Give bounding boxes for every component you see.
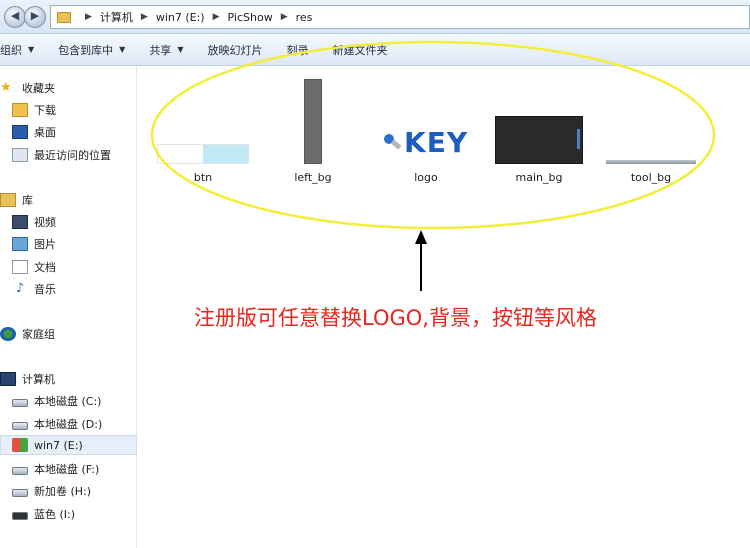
nav-drive-h[interactable]: 新加卷 (H:) [0, 481, 137, 501]
nav-label: 本地磁盘 (D:) [34, 418, 103, 431]
windows-drive-icon [12, 438, 28, 452]
nav-drive-c[interactable]: 本地磁盘 (C:) [0, 391, 137, 411]
btn-thumbnail-highlight [203, 145, 248, 163]
nav-downloads[interactable]: 下载 [0, 100, 137, 120]
file-logo[interactable]: KEY [382, 122, 470, 162]
pictures-icon [12, 237, 28, 251]
nav-label: 桌面 [34, 126, 56, 139]
star-icon: ★ [0, 80, 12, 95]
recent-places-icon [12, 148, 28, 162]
breadcrumb-res[interactable]: res [296, 11, 313, 24]
chevron-down-icon: ▼ [119, 45, 126, 54]
nav-label: 文档 [34, 261, 56, 274]
hard-drive-icon [12, 489, 28, 497]
homegroup-icon [0, 327, 16, 341]
file-btn[interactable] [157, 144, 249, 164]
hard-drive-icon [12, 422, 28, 430]
nav-drive-i[interactable]: 蓝色 (I:) [0, 504, 137, 524]
nav-label: 库 [22, 194, 33, 207]
nav-documents[interactable]: 文档 [0, 257, 137, 277]
annotation-text: 注册版可任意替换LOGO,背景，按钮等风格 [194, 306, 597, 330]
new-folder-label: 新建文件夹 [332, 43, 388, 57]
breadcrumb-drive[interactable]: win7 (E:) [156, 11, 205, 24]
nav-label: 新加卷 (H:) [34, 485, 92, 498]
video-icon [12, 215, 28, 229]
nav-label: 家庭组 [22, 328, 55, 341]
nav-label: 蓝色 (I:) [34, 508, 76, 521]
file-label-logo[interactable]: logo [406, 171, 446, 184]
document-icon [12, 260, 28, 274]
chevron-down-icon: ▼ [177, 45, 184, 54]
chevron-down-icon: ▼ [28, 45, 35, 54]
slideshow-button[interactable]: 放映幻灯片 [195, 34, 274, 65]
hard-drive-icon [12, 467, 28, 475]
file-label-main-bg[interactable]: main_bg [506, 171, 572, 184]
library-icon [0, 193, 16, 207]
burn-label: 刻录 [286, 43, 309, 57]
navigation-pane: ★ 收藏夹 下载 桌面 最近访问的位置 库 视频 图片 文档 ♪ 音乐 家庭组 … [0, 66, 137, 548]
logo-text: KEY [404, 126, 469, 159]
key-icon [384, 134, 402, 152]
nav-pictures[interactable]: 图片 [0, 234, 137, 254]
nav-label: 最近访问的位置 [34, 149, 111, 162]
file-main-bg[interactable] [495, 116, 583, 164]
nav-music[interactable]: ♪ 音乐 [0, 279, 137, 299]
share-label: 共享 [149, 43, 172, 57]
breadcrumb-computer[interactable]: 计算机 [100, 9, 133, 25]
nav-label: 图片 [34, 238, 56, 251]
nav-label: 音乐 [34, 283, 56, 296]
new-folder-button[interactable]: 新建文件夹 [320, 34, 399, 65]
back-button[interactable]: ◀ [4, 6, 26, 28]
main-bg-accent [577, 129, 580, 149]
computer-icon [0, 372, 16, 386]
nav-label: 计算机 [22, 373, 55, 386]
forward-button[interactable]: ▶ [24, 6, 46, 28]
include-in-library-menu[interactable]: 包含到库中 ▼ [46, 34, 137, 65]
nav-drive-e[interactable]: win7 (E:) [0, 435, 137, 455]
forward-arrow-icon: ▶ [30, 9, 40, 22]
nav-desktop[interactable]: 桌面 [0, 122, 137, 142]
downloads-folder-icon [12, 103, 28, 117]
nav-label: win7 (E:) [34, 438, 83, 452]
file-label-left-bg[interactable]: left_bg [283, 171, 343, 184]
address-bar-row: ◀ ▶ ▶ 计算机 ▶ win7 (E:) ▶ PicShow ▶ res [0, 0, 750, 34]
music-note-icon: ♪ [15, 281, 25, 296]
nav-label: 本地磁盘 (C:) [34, 395, 102, 408]
organize-label: 组织 [0, 43, 22, 57]
nav-drive-f[interactable]: 本地磁盘 (F:) [0, 459, 137, 479]
file-left-bg[interactable] [304, 79, 322, 164]
breadcrumb-separator-icon[interactable]: ▶ [141, 12, 148, 22]
slideshow-label: 放映幻灯片 [207, 43, 263, 57]
desktop-icon [12, 125, 28, 139]
share-menu[interactable]: 共享 ▼ [137, 34, 195, 65]
nav-favorites[interactable]: ★ 收藏夹 [0, 78, 137, 98]
file-tool-bg[interactable] [606, 160, 696, 164]
breadcrumb-separator-icon[interactable]: ▶ [85, 12, 92, 22]
organize-menu[interactable]: 组织 ▼ [0, 34, 46, 65]
nav-recent-places[interactable]: 最近访问的位置 [0, 145, 137, 165]
folder-icon [57, 11, 71, 23]
burn-button[interactable]: 刻录 [274, 34, 320, 65]
removable-drive-icon [12, 512, 28, 520]
file-label-btn[interactable]: btn [183, 171, 223, 184]
breadcrumb[interactable]: ▶ 计算机 ▶ win7 (E:) ▶ PicShow ▶ res [50, 5, 750, 29]
hard-drive-icon [12, 399, 28, 407]
nav-label: 下载 [34, 104, 56, 117]
back-arrow-icon: ◀ [10, 9, 20, 22]
breadcrumb-separator-icon[interactable]: ▶ [281, 12, 288, 22]
include-in-library-label: 包含到库中 [58, 43, 114, 57]
nav-drive-d[interactable]: 本地磁盘 (D:) [0, 414, 137, 434]
file-label-tool-bg[interactable]: tool_bg [620, 171, 682, 184]
nav-label: 收藏夹 [22, 82, 55, 95]
nav-label: 本地磁盘 (F:) [34, 463, 100, 476]
command-bar: 组织 ▼ 包含到库中 ▼ 共享 ▼ 放映幻灯片 刻录 新建文件夹 [0, 34, 750, 66]
nav-homegroup[interactable]: 家庭组 [0, 324, 137, 344]
nav-libraries[interactable]: 库 [0, 190, 137, 210]
nav-label: 视频 [34, 216, 56, 229]
breadcrumb-picshow[interactable]: PicShow [228, 11, 273, 24]
nav-videos[interactable]: 视频 [0, 212, 137, 232]
breadcrumb-separator-icon[interactable]: ▶ [213, 12, 220, 22]
nav-computer[interactable]: 计算机 [0, 369, 137, 389]
